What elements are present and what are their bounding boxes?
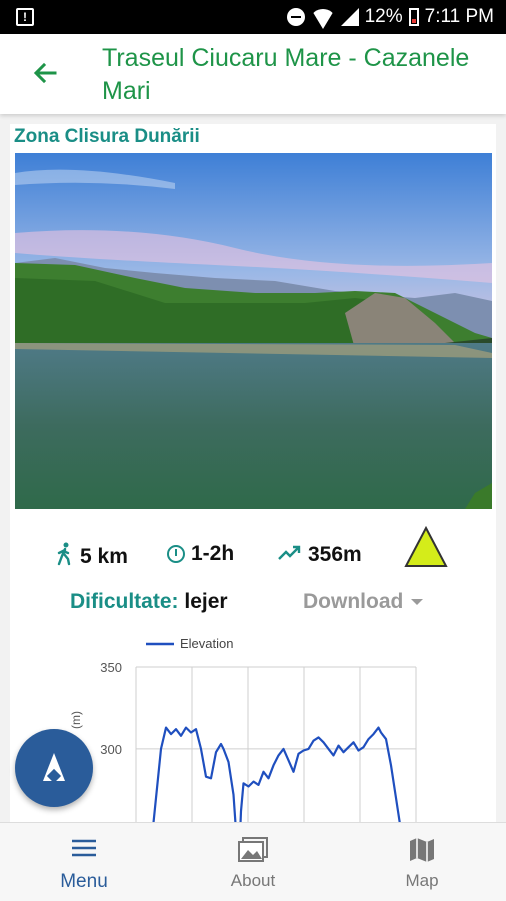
stat-duration: 1-2h: [167, 542, 234, 566]
difficulty-value: lejer: [184, 590, 228, 613]
trending-up-icon: [278, 542, 302, 568]
y-tick-label: 350: [100, 660, 122, 675]
map-icon: [409, 837, 435, 868]
signal-icon: [340, 8, 359, 26]
menu-icon: [70, 837, 98, 864]
nav-item-about[interactable]: About: [169, 823, 337, 901]
stat-elevation-gain: 356m: [278, 542, 362, 568]
difficulty: Dificultate: lejer: [70, 590, 228, 614]
y-tick-label: 300: [100, 742, 122, 757]
clock-icon: [167, 545, 185, 563]
battery-percent: 12%: [364, 6, 403, 27]
app-bar: Traseul Ciucaru Mare - Cazanele Mari: [0, 34, 506, 114]
difficulty-label: Dificultate:: [70, 590, 179, 613]
alert-notification-icon: !: [16, 8, 34, 26]
trail-photo[interactable]: [15, 153, 492, 509]
do-not-disturb-icon: [286, 8, 305, 26]
download-label: Download: [303, 590, 404, 613]
stat-distance: 5 km: [56, 542, 128, 572]
battery-icon: [408, 8, 419, 26]
elevation-line: [144, 726, 412, 901]
gallery-icon: [238, 837, 268, 868]
dropdown-arrow-icon: [411, 599, 424, 605]
back-arrow-icon[interactable]: [30, 58, 60, 88]
zone-name: Zona Clisura Dunării: [14, 126, 200, 147]
elevation-gain-value: 356m: [308, 543, 362, 566]
landscape-image: [15, 153, 492, 509]
status-icons: 12% 7:11 PM: [286, 6, 494, 29]
status-bar: ! 12% 7:11 PM: [0, 0, 506, 34]
nav-item-menu[interactable]: Menu: [0, 823, 168, 901]
page-title: Traseul Ciucaru Mare - Cazanele Mari: [102, 44, 470, 105]
nav-item-map[interactable]: Map: [338, 823, 506, 901]
difficulty-triangle-icon: [403, 525, 449, 574]
download-dropdown[interactable]: Download: [303, 590, 424, 614]
distance-value: 5 km: [80, 545, 128, 568]
hiker-icon: [56, 542, 74, 572]
trail-stats: 5 km 1-2h 356m: [10, 525, 496, 576]
navigation-arrow-icon: [43, 753, 65, 781]
legend-label: Elevation: [180, 636, 233, 651]
nav-label-menu: Menu: [60, 871, 108, 892]
duration-value: 1-2h: [191, 542, 235, 565]
nav-label-about: About: [230, 871, 276, 890]
elevation-chart-svg: 350 300 (m) Elevation: [69, 636, 417, 901]
wifi-icon: [310, 9, 335, 29]
trail-card: Zona Clisura Dunării 5 km 1-2h 356m Difi…: [10, 124, 496, 901]
elevation-chart: 350 300 (m) Elevation: [50, 629, 470, 901]
navigate-fab[interactable]: [15, 729, 93, 807]
nav-label-map: Map: [405, 871, 439, 890]
bottom-navigation: Menu About Map: [0, 822, 506, 901]
y-axis-label: (m): [69, 711, 83, 729]
clock-time: 7:11 PM: [424, 6, 494, 27]
